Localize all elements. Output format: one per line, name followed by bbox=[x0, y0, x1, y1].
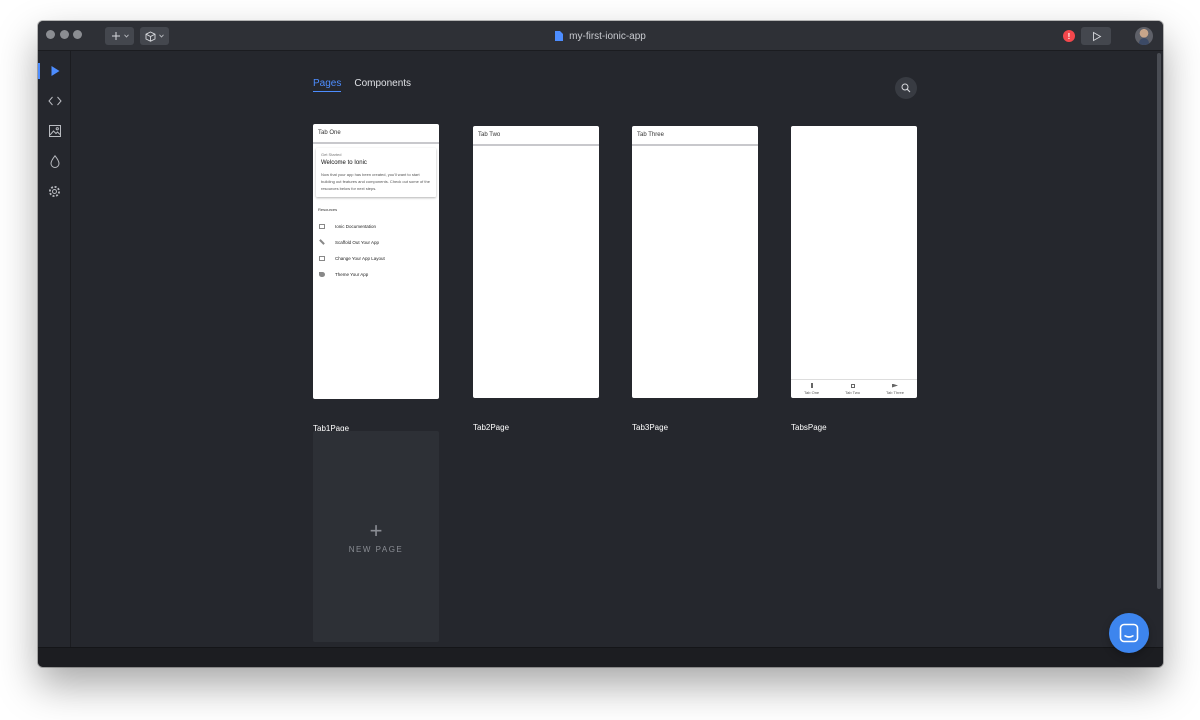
tab-bar-label: Tab Two bbox=[845, 389, 860, 395]
list-item: Theme Your App bbox=[319, 266, 439, 282]
card-subtitle: Get Started bbox=[321, 152, 342, 157]
sidebar-item-settings[interactable] bbox=[38, 177, 71, 205]
page-name: Tab2Page bbox=[473, 423, 510, 432]
new-page-label: NEW PAGE bbox=[348, 544, 404, 554]
code-icon bbox=[47, 96, 62, 106]
resources-label: Resources bbox=[318, 207, 338, 212]
play-icon bbox=[51, 66, 59, 76]
list-item: Change Your App Layout bbox=[319, 250, 439, 266]
tab-bar-item: Tab One bbox=[804, 383, 819, 395]
alert-badge[interactable]: ! bbox=[1063, 30, 1075, 42]
close-window-button[interactable] bbox=[46, 30, 55, 39]
page-header: Tab One bbox=[313, 124, 439, 144]
resources-list: Ionic Documentation Scaffold Out Your Ap… bbox=[313, 218, 439, 282]
card-title: Welcome to Ionic bbox=[321, 160, 367, 166]
list-item-label: Change Your App Layout bbox=[335, 255, 385, 261]
sidebar-item-assets[interactable] bbox=[38, 117, 71, 145]
get-started-card: Get Started Welcome to Ionic Now that yo… bbox=[316, 148, 436, 197]
run-button[interactable] bbox=[1081, 27, 1111, 45]
chat-button[interactable] bbox=[1109, 613, 1149, 653]
list-item-label: Ionic Documentation bbox=[335, 223, 377, 229]
cube-icon bbox=[145, 30, 156, 42]
tab-bar-label: Tab Three bbox=[886, 389, 904, 395]
main-content: Pages Components Tab One Get Started Wel… bbox=[72, 51, 1157, 647]
book-icon bbox=[319, 223, 325, 229]
tab-bar: Tab One Tab Two Tab Three bbox=[791, 379, 917, 398]
new-page-button[interactable]: + NEW PAGE bbox=[313, 431, 439, 642]
plus-icon bbox=[111, 32, 120, 40]
paint-bucket-icon bbox=[319, 271, 325, 277]
title-bar: my-first-ionic-app ! bbox=[38, 21, 1163, 51]
window-title: my-first-ionic-app bbox=[38, 21, 1163, 51]
page-header: Tab Two bbox=[473, 126, 599, 146]
apps-icon bbox=[850, 383, 855, 388]
status-bar bbox=[38, 647, 1163, 667]
view-tabs: Pages Components bbox=[313, 78, 411, 92]
send-icon bbox=[892, 383, 898, 388]
tab-pages[interactable]: Pages bbox=[313, 78, 342, 92]
page-header: Tab Three bbox=[632, 126, 758, 146]
wrench-icon bbox=[319, 239, 325, 245]
new-menu-button[interactable] bbox=[105, 27, 134, 45]
plus-icon: + bbox=[369, 517, 383, 543]
package-menu-button[interactable] bbox=[140, 27, 169, 45]
tab-bar-item: Tab Two bbox=[845, 383, 860, 395]
file-icon bbox=[555, 31, 564, 41]
tab-bar-label: Tab One bbox=[804, 390, 820, 395]
gear-icon bbox=[49, 185, 60, 197]
page-thumbnail-tab3[interactable]: Tab Three bbox=[632, 126, 758, 398]
chevron-down-icon bbox=[159, 34, 164, 38]
list-item: Scaffold Out Your App bbox=[319, 234, 439, 250]
sidebar-item-code[interactable] bbox=[38, 87, 71, 115]
page-thumbnail-tab1[interactable]: Tab One Get Started Welcome to Ionic Now… bbox=[313, 124, 439, 399]
list-item-label: Scaffold Out Your App bbox=[335, 239, 379, 245]
user-avatar[interactable] bbox=[1135, 27, 1153, 45]
sidebar bbox=[38, 51, 71, 647]
card-body: Now that your app has been created, you'… bbox=[321, 172, 430, 191]
grid-icon bbox=[319, 255, 325, 261]
page-thumbnail-tab2[interactable]: Tab Two bbox=[473, 126, 599, 398]
sidebar-item-design[interactable] bbox=[38, 57, 71, 85]
scrollbar[interactable] bbox=[1157, 53, 1161, 589]
image-icon bbox=[48, 125, 61, 137]
page-thumbnail-tabs[interactable]: Tab One Tab Two Tab Three bbox=[791, 126, 917, 398]
project-name: my-first-ionic-app bbox=[569, 30, 646, 42]
list-item-label: Theme Your App bbox=[335, 271, 369, 277]
search-icon bbox=[901, 83, 911, 93]
search-button[interactable] bbox=[895, 77, 917, 99]
flash-icon bbox=[810, 383, 813, 388]
page-name: Tab3Page bbox=[632, 423, 669, 432]
sidebar-item-theme[interactable] bbox=[38, 147, 71, 175]
list-item: Ionic Documentation bbox=[319, 218, 439, 234]
minimize-window-button[interactable] bbox=[60, 30, 69, 39]
zoom-window-button[interactable] bbox=[73, 30, 82, 39]
app-window: my-first-ionic-app ! Pages Components Ta… bbox=[38, 21, 1163, 667]
tab-bar-item: Tab Three bbox=[886, 383, 904, 395]
page-name: TabsPage bbox=[791, 423, 827, 432]
play-icon bbox=[1092, 31, 1101, 41]
tab-components[interactable]: Components bbox=[354, 78, 411, 92]
chevron-down-icon bbox=[123, 34, 129, 38]
droplet-icon bbox=[49, 154, 60, 168]
chat-icon bbox=[1119, 623, 1139, 643]
